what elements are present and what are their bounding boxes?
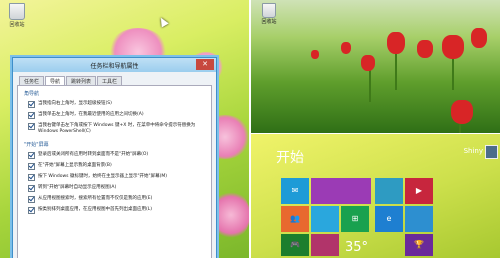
maps-tile[interactable] (311, 234, 339, 256)
trophy-tile[interactable]: 🏆 (405, 234, 433, 256)
store-icon: ⊞ (351, 214, 359, 223)
checkbox[interactable] (28, 163, 35, 170)
people-tile[interactable]: 👥 (281, 206, 309, 232)
tulip-decoration (471, 28, 487, 48)
games-icon: 🎮 (290, 240, 300, 249)
close-button[interactable]: ✕ (196, 59, 214, 70)
checkbox[interactable] (28, 123, 35, 130)
weather-tile[interactable] (405, 206, 433, 232)
start-screen-pane: 开始 Shiny ✉ ▶ 👥 ⊞ e 🎮 🏆 35° (251, 134, 500, 258)
checkbox[interactable] (28, 196, 35, 203)
start-title: 开始 (276, 150, 304, 166)
tulip-decoration (387, 32, 405, 54)
ie-tile[interactable]: e (375, 206, 403, 232)
start-screen-heading: "开始"屏幕 (24, 142, 49, 148)
recycle-bin-label: 回收站 (9, 22, 25, 28)
store-tile[interactable]: ⊞ (341, 206, 369, 232)
calendar-tile[interactable] (311, 178, 371, 204)
tab-jump-lists[interactable]: 跳转列表 (66, 76, 97, 85)
option-label: 按类别排列桌面应用，在应用视图中首先列出桌面应用(L) (38, 207, 153, 212)
user-name[interactable]: Shiny (464, 147, 483, 155)
dialog-titlebar[interactable]: 任务栏和导航属性 ✕ (13, 58, 216, 72)
corner-navigation-heading: 角导航 (24, 91, 40, 97)
option-row[interactable]: 当我指向右上角时，显示超级按钮(S) (28, 101, 205, 108)
dialog-title: 任务栏和导航属性 (90, 63, 139, 70)
navigation-tab-panel: 角导航 当我指向右上角时，显示超级按钮(S) 当我单击左上角时，在我最近使用的应… (17, 85, 212, 258)
option-label: 从应用视图搜索时，搜索所有位置而不仅仅是我的应用(E) (38, 196, 153, 201)
option-label: 登录后或关闭所有应用时转到桌面而不是"开始"屏幕(O) (38, 152, 149, 157)
option-label: 按下 Windows 徽标键时，始终在主显示器上显示"开始"屏幕(M) (38, 174, 167, 179)
option-label: 当我右键单击左下角或按下 Windows 键+X 时，在菜单中将命令提示符替换为… (38, 123, 196, 134)
mouse-cursor-icon (157, 15, 169, 28)
dialog-tabs: 任务栏 导航 跳转列表 工具栏 (13, 72, 216, 85)
photos-tile[interactable] (375, 178, 403, 204)
option-row[interactable]: 按下 Windows 徽标键时，始终在主显示器上显示"开始"屏幕(M) (28, 174, 205, 181)
mail-tile[interactable]: ✉ (281, 178, 309, 204)
people-icon: 👥 (290, 214, 300, 223)
tulip-decoration (451, 100, 473, 124)
option-row[interactable]: 按类别排列桌面应用，在应用视图中首先列出桌面应用(L) (28, 207, 205, 214)
trophy-icon: 🏆 (414, 240, 424, 249)
tulip-desktop-pane: 回收站 (251, 0, 500, 133)
option-row[interactable]: 当我右键单击左下角或按下 Windows 键+X 时，在菜单中将命令提示符替换为… (28, 123, 205, 135)
checkbox[interactable] (28, 207, 35, 214)
checkbox[interactable] (28, 185, 35, 192)
option-label: 转到"开始"屏幕时自动显示应用视图(A) (38, 185, 117, 190)
desktop-pane: 回收站 任务栏和导航属性 ✕ 任务栏 导航 跳转列表 工具栏 角导航 当我指向右… (0, 0, 249, 258)
tab-taskbar[interactable]: 任务栏 (19, 76, 45, 85)
weather-temperature: 35° (345, 240, 369, 255)
tulip-decoration (442, 35, 464, 59)
tulip-decoration (311, 50, 319, 59)
recycle-bin-icon[interactable]: 回收站 (257, 3, 281, 25)
option-row[interactable]: 在"开始"屏幕上显示我的桌面背景(B) (28, 163, 205, 170)
ie-icon: e (386, 214, 392, 223)
tab-navigation[interactable]: 导航 (45, 76, 66, 85)
tulip-decoration (417, 40, 433, 58)
avatar[interactable] (485, 145, 498, 159)
taskbar-navigation-properties-dialog: 任务栏和导航属性 ✕ 任务栏 导航 跳转列表 工具栏 角导航 当我指向右上角时，… (12, 57, 217, 258)
video-tile[interactable]: ▶ (405, 178, 433, 204)
pink-flower-decoration (212, 190, 249, 240)
option-row[interactable]: 从应用视图搜索时，搜索所有位置而不仅仅是我的应用(E) (28, 196, 205, 203)
option-row[interactable]: 登录后或关闭所有应用时转到桌面而不是"开始"屏幕(O) (28, 152, 205, 159)
option-label: 当我单击左上角时，在我最近使用的应用之间切换(A) (38, 112, 144, 117)
tulip-decoration (361, 55, 375, 71)
mail-icon: ✉ (291, 186, 299, 195)
checkbox[interactable] (28, 174, 35, 181)
recycle-bin-label: 回收站 (261, 19, 277, 25)
checkbox[interactable] (28, 152, 35, 159)
tab-toolbars[interactable]: 工具栏 (97, 76, 123, 85)
option-row[interactable]: 当我单击左上角时，在我最近使用的应用之间切换(A) (28, 112, 205, 119)
desktop-tile[interactable] (311, 206, 339, 232)
option-label: 当我指向右上角时，显示超级按钮(S) (38, 101, 112, 106)
tulip-decoration (341, 42, 351, 54)
checkbox[interactable] (28, 112, 35, 119)
recycle-bin-icon[interactable]: 回收站 (4, 3, 30, 28)
video-icon: ▶ (415, 186, 423, 195)
checkbox[interactable] (28, 101, 35, 108)
option-row[interactable]: 转到"开始"屏幕时自动显示应用视图(A) (28, 185, 205, 192)
option-label: 在"开始"屏幕上显示我的桌面背景(B) (38, 163, 112, 168)
games-tile[interactable]: 🎮 (281, 234, 309, 256)
